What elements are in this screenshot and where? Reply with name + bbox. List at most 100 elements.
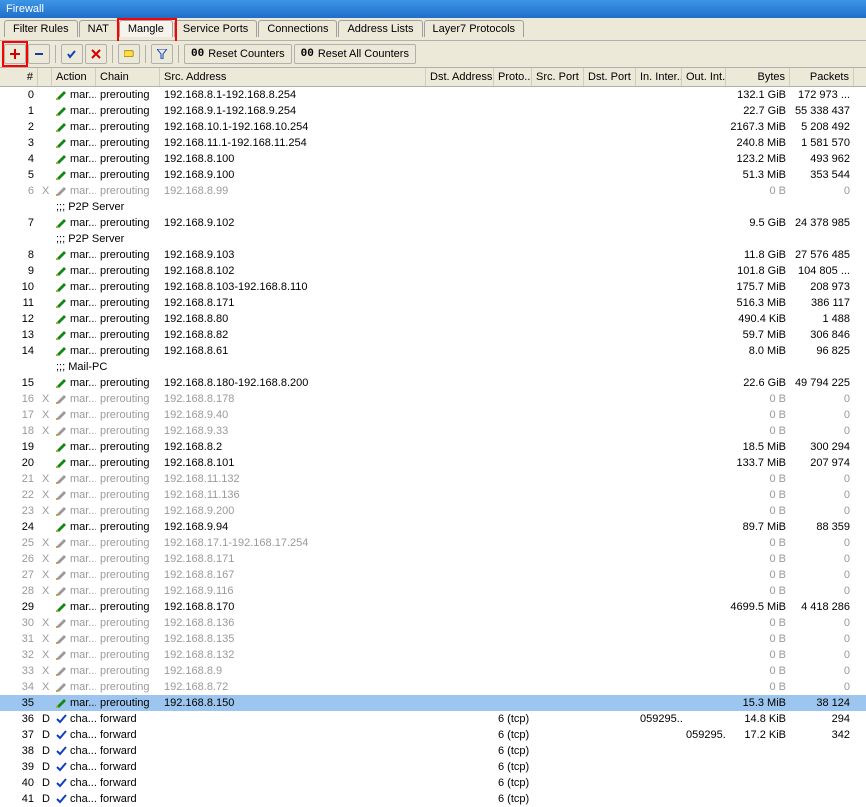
- rule-row[interactable]: 27Xmar...prerouting192.168.8.1670 B0: [0, 567, 866, 583]
- rule-row[interactable]: 17Xmar...prerouting192.168.9.400 B0: [0, 407, 866, 423]
- add-button[interactable]: [4, 44, 26, 64]
- rule-row[interactable]: 18Xmar...prerouting192.168.9.330 B0: [0, 423, 866, 439]
- comment-row[interactable]: ;;; Mail-PC: [0, 359, 866, 375]
- col-number[interactable]: #: [0, 68, 38, 86]
- cell-flag: X: [38, 471, 52, 487]
- rule-row[interactable]: 14mar...prerouting192.168.8.618.0 MiB96 …: [0, 343, 866, 359]
- rule-row[interactable]: 12mar...prerouting192.168.8.80490.4 KiB1…: [0, 311, 866, 327]
- reset-counters-label: Reset Counters: [208, 48, 284, 60]
- tab-filter-rules[interactable]: Filter Rules: [4, 20, 78, 37]
- col-bytes[interactable]: Bytes: [726, 68, 790, 86]
- cell-src-address: 192.168.8.80: [160, 311, 426, 327]
- rule-row[interactable]: 21Xmar...prerouting192.168.11.1320 B0: [0, 471, 866, 487]
- toolbar: 00Reset Counters 00Reset All Counters: [0, 41, 866, 68]
- cell-src-address: 192.168.8.170: [160, 599, 426, 615]
- rule-row[interactable]: 20mar...prerouting192.168.8.101133.7 MiB…: [0, 455, 866, 471]
- cell-action: mar...: [52, 295, 96, 311]
- rule-row[interactable]: 15mar...prerouting192.168.8.180-192.168.…: [0, 375, 866, 391]
- col-flag[interactable]: [38, 68, 52, 86]
- disable-button[interactable]: [85, 44, 107, 64]
- rule-row[interactable]: 31Xmar...prerouting192.168.8.1350 B0: [0, 631, 866, 647]
- rule-row[interactable]: 36Dcha...forward6 (tcp)059295...14.8 KiB…: [0, 711, 866, 727]
- rule-row[interactable]: 24mar...prerouting192.168.9.9489.7 MiB88…: [0, 519, 866, 535]
- col-src[interactable]: Src. Address: [160, 68, 426, 86]
- cell-in-interface: [636, 727, 682, 743]
- rule-row[interactable]: 41Dcha...forward6 (tcp)0 B0: [0, 791, 866, 807]
- cell-dst-address: [426, 471, 494, 487]
- rule-row[interactable]: 6Xmar...prerouting192.168.8.990 B0: [0, 183, 866, 199]
- col-chain[interactable]: Chain: [96, 68, 160, 86]
- rule-row[interactable]: 30Xmar...prerouting192.168.8.1360 B0: [0, 615, 866, 631]
- tab-layer7-protocols[interactable]: Layer7 Protocols: [424, 20, 525, 37]
- rule-row[interactable]: 0mar...prerouting192.168.8.1-192.168.8.2…: [0, 87, 866, 103]
- rule-row[interactable]: 25Xmar...prerouting192.168.17.1-192.168.…: [0, 535, 866, 551]
- col-proto[interactable]: Proto...: [494, 68, 532, 86]
- rule-row[interactable]: 32Xmar...prerouting192.168.8.1320 B0: [0, 647, 866, 663]
- cell-in-interface: [636, 119, 682, 135]
- cell-flag: [38, 375, 52, 391]
- rule-row[interactable]: 10mar...prerouting192.168.8.103-192.168.…: [0, 279, 866, 295]
- mark-icon: [56, 154, 68, 164]
- cell-src-port: [532, 135, 584, 151]
- cell-in-interface: [636, 279, 682, 295]
- tab-mangle[interactable]: Mangle: [119, 20, 173, 37]
- cell-bytes: 59.7 MiB: [726, 327, 790, 343]
- col-dst[interactable]: Dst. Address: [426, 68, 494, 86]
- rule-row[interactable]: 3mar...prerouting192.168.11.1-192.168.11…: [0, 135, 866, 151]
- rule-row[interactable]: 11mar...prerouting192.168.8.171516.3 MiB…: [0, 295, 866, 311]
- comment-row[interactable]: ;;; P2P Server: [0, 199, 866, 215]
- cell-out-interface: [682, 391, 726, 407]
- enable-button[interactable]: [61, 44, 83, 64]
- tab-address-lists[interactable]: Address Lists: [338, 20, 422, 37]
- rule-row[interactable]: 4mar...prerouting192.168.8.100123.2 MiB4…: [0, 151, 866, 167]
- cell-out-interface: [682, 583, 726, 599]
- rule-row[interactable]: 9mar...prerouting192.168.8.102101.8 GiB1…: [0, 263, 866, 279]
- cell-dst-port: [584, 791, 636, 807]
- grid-header[interactable]: # Action Chain Src. Address Dst. Address…: [0, 68, 866, 87]
- comment-text: ;;; P2P Server: [52, 199, 866, 215]
- tab-service-ports[interactable]: Service Ports: [174, 20, 257, 37]
- rule-row[interactable]: 7mar...prerouting192.168.9.1029.5 GiB24 …: [0, 215, 866, 231]
- cell-dst-port: [584, 295, 636, 311]
- filter-button[interactable]: [151, 44, 173, 64]
- rule-row[interactable]: 33Xmar...prerouting192.168.8.90 B0: [0, 663, 866, 679]
- cell-dst-port: [584, 167, 636, 183]
- reset-all-counters-button[interactable]: 00Reset All Counters: [294, 44, 416, 64]
- cell-src-port: [532, 247, 584, 263]
- comment-button[interactable]: [118, 44, 140, 64]
- rule-row[interactable]: 5mar...prerouting192.168.9.10051.3 MiB35…: [0, 167, 866, 183]
- comment-row[interactable]: ;;; P2P Server: [0, 231, 866, 247]
- col-out-if[interactable]: Out. Int...: [682, 68, 726, 86]
- rule-row[interactable]: 16Xmar...prerouting192.168.8.1780 B0: [0, 391, 866, 407]
- col-dport[interactable]: Dst. Port: [584, 68, 636, 86]
- rule-row[interactable]: 34Xmar...prerouting192.168.8.720 B0: [0, 679, 866, 695]
- col-sport[interactable]: Src. Port: [532, 68, 584, 86]
- rule-row[interactable]: 28Xmar...prerouting192.168.9.1160 B0: [0, 583, 866, 599]
- rule-row[interactable]: 38Dcha...forward6 (tcp)0 B0: [0, 743, 866, 759]
- rule-row[interactable]: 19mar...prerouting192.168.8.218.5 MiB300…: [0, 439, 866, 455]
- rule-row[interactable]: 35mar...prerouting192.168.8.15015.3 MiB3…: [0, 695, 866, 711]
- col-packets[interactable]: Packets: [790, 68, 854, 86]
- rule-row[interactable]: 8mar...prerouting192.168.9.10311.8 GiB27…: [0, 247, 866, 263]
- col-in-if[interactable]: In. Inter...: [636, 68, 682, 86]
- reset-counters-button[interactable]: 00Reset Counters: [184, 44, 292, 64]
- cell-in-interface: [636, 551, 682, 567]
- cell-in-interface: [636, 391, 682, 407]
- tab-nat[interactable]: NAT: [79, 20, 118, 37]
- rule-row[interactable]: 1mar...prerouting192.168.9.1-192.168.9.2…: [0, 103, 866, 119]
- rule-row[interactable]: 2mar...prerouting192.168.10.1-192.168.10…: [0, 119, 866, 135]
- cell-dst-address: [426, 247, 494, 263]
- col-action[interactable]: Action: [52, 68, 96, 86]
- rule-row[interactable]: 26Xmar...prerouting192.168.8.1710 B0: [0, 551, 866, 567]
- rule-row[interactable]: 39Dcha...forward6 (tcp)0 B0: [0, 759, 866, 775]
- cell-number: 16: [0, 391, 38, 407]
- rule-row[interactable]: 40Dcha...forward6 (tcp)0 B0: [0, 775, 866, 791]
- rule-row[interactable]: 37Dcha...forward6 (tcp)059295...17.2 KiB…: [0, 727, 866, 743]
- rule-row[interactable]: 23Xmar...prerouting192.168.9.2000 B0: [0, 503, 866, 519]
- remove-button[interactable]: [28, 44, 50, 64]
- rule-row[interactable]: 22Xmar...prerouting192.168.11.1360 B0: [0, 487, 866, 503]
- cell-dst-port: [584, 567, 636, 583]
- rule-row[interactable]: 29mar...prerouting192.168.8.1704699.5 Mi…: [0, 599, 866, 615]
- rule-row[interactable]: 13mar...prerouting192.168.8.8259.7 MiB30…: [0, 327, 866, 343]
- tab-connections[interactable]: Connections: [258, 20, 337, 37]
